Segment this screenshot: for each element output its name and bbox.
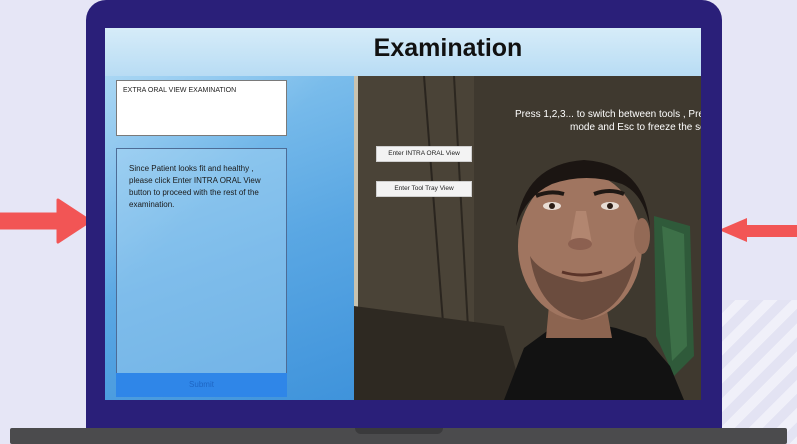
arrow-pointer-left-icon	[0, 198, 92, 244]
3d-viewport[interactable]: Press 1,2,3... to switch between tools ,…	[354, 76, 701, 400]
instructions-text: Since Patient looks fit and healthy , pl…	[129, 164, 261, 209]
submit-button[interactable]: Submit	[116, 373, 287, 397]
app-screen: Examination EXTRA ORAL VIEW EXAMINATION …	[105, 28, 701, 400]
help-line-1: Press 1,2,3... to switch between tools ,…	[515, 109, 701, 120]
title-bar: Examination	[105, 28, 701, 76]
section-heading-box: EXTRA ORAL VIEW EXAMINATION	[116, 80, 287, 136]
enter-intra-oral-view-button[interactable]: Enter INTRA ORAL View	[376, 146, 472, 162]
section-heading: EXTRA ORAL VIEW EXAMINATION	[123, 87, 237, 94]
enter-tool-tray-view-button[interactable]: Enter Tool Tray View	[376, 181, 472, 197]
left-panel: EXTRA ORAL VIEW EXAMINATION Since Patien…	[105, 76, 354, 400]
arrow-pointer-right-icon	[719, 218, 797, 242]
help-line-2: mode and Esc to freeze the scre	[570, 122, 701, 133]
controls-help-text: Press 1,2,3... to switch between tools ,…	[474, 108, 701, 134]
instructions-box: Since Patient looks fit and healthy , pl…	[116, 148, 287, 396]
laptop-notch	[355, 428, 443, 434]
page-title: Examination	[373, 34, 523, 62]
